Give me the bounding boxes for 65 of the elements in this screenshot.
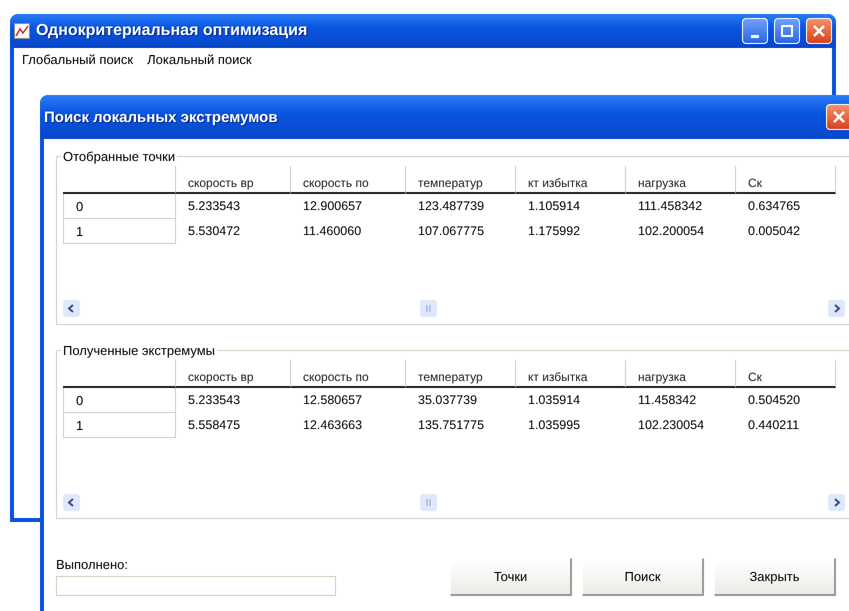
column-header[interactable]: кт избытка [516, 360, 626, 388]
table-cell-text: 0.440211 [747, 417, 800, 434]
column-header[interactable]: нагрузка [626, 360, 736, 388]
dialog-button[interactable]: Точки [450, 558, 572, 596]
row-header[interactable]: 0 [63, 388, 176, 413]
table-cell-text: 12.900657 [302, 198, 364, 215]
dialog-button[interactable]: Поиск [582, 558, 704, 596]
table-cell-text: 1.035995 [527, 417, 582, 434]
table-cell-text: 0.504520 [747, 392, 802, 409]
maximize-icon [781, 25, 793, 37]
table-cell-text: 0.634765 [747, 198, 802, 215]
row-header[interactable]: 1 [63, 219, 176, 244]
table-cell-text: 107.067775 [417, 223, 486, 240]
column-header[interactable]: нагрузка [626, 166, 736, 194]
table-cell-text: 0.005042 [747, 223, 802, 240]
column-header[interactable]: температур [406, 360, 516, 388]
minimize-icon [751, 34, 759, 38]
scroll-right-icon[interactable] [828, 300, 845, 316]
maximize-button[interactable] [774, 18, 800, 44]
scroll-left-icon[interactable] [63, 494, 80, 510]
table-cell-text: 5.558475 [187, 417, 242, 434]
table-cell-text: 135.751775 [417, 417, 486, 434]
table-cell-text: 1.035914 [527, 392, 582, 409]
close-button[interactable] [826, 104, 849, 130]
app-chart-icon [14, 23, 30, 39]
column-header[interactable]: температур [406, 166, 516, 194]
scroll-thumb-icon[interactable] [420, 494, 437, 510]
column-header[interactable]: кт избытка [516, 166, 626, 194]
table-cell-text: 102.230054 [637, 417, 706, 434]
table-cell-text: 35.037739 [417, 392, 478, 409]
progress-label: Выполнено: [56, 557, 130, 572]
table-cell-text: 1.105914 [527, 198, 582, 215]
scroll-right-icon[interactable] [828, 494, 845, 510]
column-header[interactable]: скорость по [291, 360, 406, 388]
menu-item[interactable]: Локальный поиск [147, 52, 252, 67]
column-header[interactable]: скорость вр [176, 360, 291, 388]
scroll-thumb-icon[interactable] [420, 300, 437, 316]
column-header[interactable]: Ск [736, 360, 836, 388]
table-cell-text: 111.458342 [637, 198, 704, 215]
table-cell-text: 5.233543 [187, 198, 242, 215]
table-cell-text: 12.463663 [302, 417, 364, 434]
dialog-title: Поиск локальных экстремумов [44, 108, 279, 126]
close-icon [813, 25, 825, 37]
scroll-left-icon[interactable] [63, 300, 80, 316]
table-cell-text: 5.530472 [187, 223, 242, 240]
column-header[interactable]: скорость вр [176, 166, 291, 194]
group-title: Полученные экстремумы [62, 343, 216, 358]
dialog-button[interactable]: Закрыть [714, 558, 836, 596]
close-button[interactable] [806, 18, 832, 44]
group-title: Отобранные точки [62, 149, 176, 164]
table-cell-text: 102.200054 [637, 223, 706, 240]
minimize-button[interactable] [742, 18, 768, 44]
table-cell-text: 123.487739 [417, 198, 486, 215]
table-cell-text: 11.458342 [637, 392, 698, 409]
table-cell-text: 11.460060 [302, 223, 362, 240]
table-cell-text: 5.233543 [187, 392, 242, 409]
table-cell-text: 12.580657 [302, 392, 364, 409]
column-header[interactable]: скорость по [291, 166, 406, 194]
window-title: Однокритериальная оптимизация [36, 22, 308, 40]
column-header[interactable]: Ск [736, 166, 836, 194]
row-header[interactable]: 0 [63, 194, 176, 219]
menu-item[interactable]: Глобальный поиск [22, 52, 134, 67]
table-cell-text: 1.175992 [527, 223, 582, 240]
row-header[interactable]: 1 [63, 413, 176, 438]
close-icon [833, 111, 845, 123]
